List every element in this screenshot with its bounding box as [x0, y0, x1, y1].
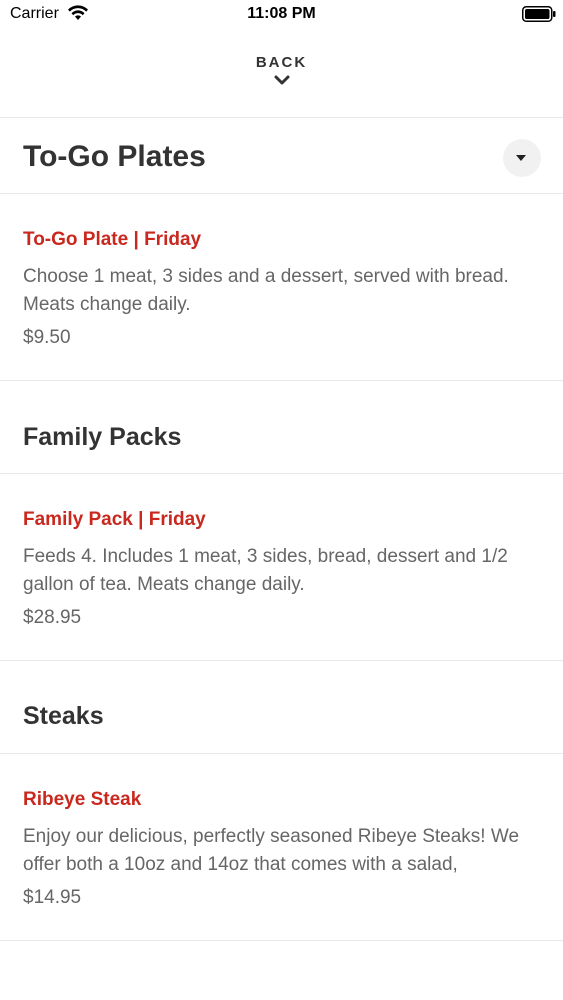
divider: [0, 193, 563, 194]
item-name: To-Go Plate | Friday: [23, 229, 202, 250]
section-header-to-go-plates: To-Go Plates: [0, 120, 563, 194]
section-header-steaks: Steaks: [0, 679, 563, 753]
item-name: Ribeye Steak: [23, 789, 142, 810]
divider: [0, 473, 563, 474]
collapse-button[interactable]: [503, 139, 541, 177]
divider: [0, 117, 563, 118]
menu-screen: Carrier 11:08 PM BACK To-Go Plates To-Go…: [0, 0, 563, 1000]
item-price: $14.95: [23, 887, 82, 908]
divider: [0, 380, 563, 381]
item-description: Feeds 4. Includes 1 meat, 3 sides, bread…: [23, 546, 508, 595]
item-description: Enjoy our delicious, perfectly seasoned …: [23, 826, 520, 875]
divider: [0, 660, 563, 661]
status-bar: Carrier 11:08 PM: [0, 0, 563, 30]
item-price: $28.95: [23, 607, 82, 628]
menu-item-ribeye-steak[interactable]: Ribeye Steak Enjoy our delicious, perfec…: [0, 755, 563, 941]
section-title: Steaks: [23, 702, 104, 730]
menu-item-to-go-plate-friday[interactable]: To-Go Plate | Friday Choose 1 meat, 3 si…: [0, 195, 563, 381]
clock: 11:08 PM: [247, 5, 316, 22]
menu-item-family-pack-friday[interactable]: Family Pack | Friday Feeds 4. Includes 1…: [0, 475, 563, 661]
section-header-family-packs: Family Packs: [0, 400, 563, 474]
divider: [0, 753, 563, 754]
caret-down-icon: [516, 155, 526, 161]
item-description: Choose 1 meat, 3 sides and a dessert, se…: [23, 266, 509, 315]
back-label: BACK: [255, 54, 308, 71]
item-name: Family Pack | Friday: [23, 509, 206, 530]
divider: [0, 940, 563, 941]
section-title: Family Packs: [23, 423, 182, 451]
chevron-down-icon: [274, 75, 289, 85]
back-button[interactable]: BACK: [0, 50, 563, 102]
section-title: To-Go Plates: [23, 140, 206, 173]
battery-icon: [522, 6, 556, 22]
item-price: $9.50: [23, 327, 71, 348]
